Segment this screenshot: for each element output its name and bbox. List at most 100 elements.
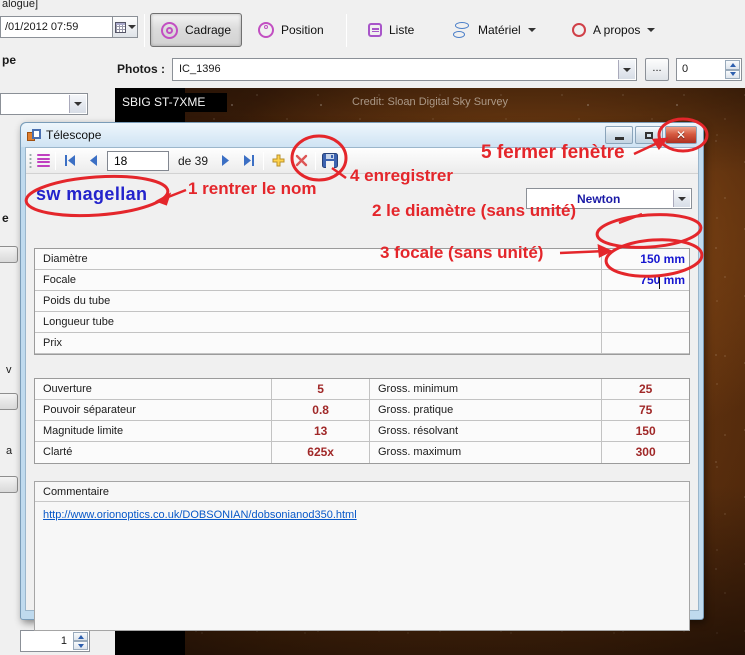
annotation-step4: 4 enregistrer	[350, 166, 453, 185]
separator	[263, 151, 265, 170]
row-label: Gross. maximum	[368, 442, 601, 463]
sidebar-button-fragment[interactable]	[0, 246, 18, 263]
separator	[315, 151, 317, 170]
first-record-button[interactable]	[61, 151, 79, 171]
window-title-fragment: alogue]	[2, 0, 39, 10]
row-label: Poids du tube	[43, 295, 111, 307]
price-field[interactable]	[601, 333, 689, 353]
position-button[interactable]: Position	[248, 13, 334, 47]
spin-up-icon[interactable]	[725, 60, 740, 70]
apropos-button[interactable]: A propos	[562, 13, 665, 47]
row-label: Prix	[43, 337, 62, 349]
sidebar-button-fragment[interactable]	[0, 476, 18, 493]
spin-down-icon[interactable]	[725, 69, 740, 79]
materiel-label: Matériel	[478, 23, 521, 37]
sidebar-label-fragment: e	[2, 211, 9, 225]
row-label: Gross. résolvant	[368, 421, 601, 441]
list-icon	[368, 23, 382, 37]
row-label: Magnitude limite	[43, 425, 124, 437]
add-record-button[interactable]	[269, 151, 287, 171]
row-label: Longueur tube	[43, 316, 114, 328]
focal-field[interactable]: 750 mm	[601, 270, 689, 290]
comment-label: Commentaire	[35, 482, 689, 502]
sidebar-button-fragment[interactable]	[0, 393, 18, 410]
previous-record-button[interactable]	[84, 151, 102, 171]
comment-link[interactable]: http://www.orionoptics.co.uk/DOBSONIAN/d…	[43, 509, 357, 521]
diameter-field[interactable]: 150 mm	[601, 249, 689, 269]
photo-counter-value: 0	[682, 63, 689, 75]
table-row: Pouvoir séparateur 0.8 Gross. pratique 7…	[35, 400, 689, 421]
tube-length-field[interactable]	[601, 312, 689, 332]
annotation-step3: 3 focale (sans unité)	[380, 243, 544, 262]
table-row: Diamètre 150 mm	[35, 249, 689, 270]
liste-label: Liste	[389, 23, 415, 37]
sidebar-label-fragment: v	[6, 364, 12, 376]
sidebar-spinner[interactable]: 1	[20, 630, 90, 652]
date-picker-button[interactable]	[112, 16, 138, 38]
chevron-down-icon[interactable]	[69, 95, 86, 113]
last-record-button[interactable]	[240, 151, 258, 171]
row-label: Ouverture	[43, 383, 92, 395]
liste-button[interactable]: Liste	[358, 13, 424, 47]
browse-photos-button[interactable]: ...	[645, 58, 669, 81]
photos-label: Photos :	[117, 62, 165, 76]
chevron-down-icon	[647, 28, 656, 32]
chevron-down-icon[interactable]	[673, 190, 690, 207]
table-row: Magnitude limite 13 Gross. résolvant 150	[35, 421, 689, 442]
clarity-value: 625x	[271, 442, 369, 463]
records-list-icon[interactable]	[37, 154, 50, 167]
position-icon	[258, 22, 274, 38]
sidebar-label-fragment: a	[6, 445, 13, 457]
spin-up-icon[interactable]	[73, 632, 88, 641]
sidebar-combo[interactable]	[0, 93, 88, 115]
toolbar-separator	[144, 14, 145, 47]
annotation-step1: 1 rentrer le nom	[188, 179, 317, 198]
photo-counter-spinner[interactable]: 0	[676, 58, 742, 81]
row-label: Pouvoir séparateur	[43, 404, 136, 416]
next-record-button[interactable]	[217, 151, 235, 171]
toolbar-grip[interactable]	[29, 152, 32, 169]
telescope-name-field[interactable]: sw magellan	[36, 184, 147, 205]
row-label: Focale	[43, 274, 77, 286]
limit-magnitude-value: 13	[271, 421, 369, 441]
close-button[interactable]: ✕	[665, 126, 697, 144]
telescope-dialog: Télescope ✕ de 39	[20, 122, 704, 631]
weight-field[interactable]	[601, 291, 689, 311]
table-row: Focale 750 mm	[35, 270, 689, 291]
record-count-label: de 39	[178, 153, 209, 168]
delete-record-button[interactable]	[292, 151, 310, 171]
spin-down-icon[interactable]	[73, 641, 88, 650]
comment-groupbox: Commentaire http://www.orionoptics.co.uk…	[34, 481, 690, 631]
separator	[55, 151, 56, 170]
table-row: Longueur tube	[35, 312, 689, 333]
aperture-value: 5	[271, 379, 369, 399]
record-number-input[interactable]	[107, 150, 169, 171]
cadrage-label: Cadrage	[185, 23, 232, 37]
maximize-button[interactable]	[635, 126, 663, 144]
position-label: Position	[281, 23, 324, 37]
apropos-label: A propos	[593, 23, 641, 37]
materiel-button[interactable]: Matériel	[443, 13, 546, 47]
row-label: Gross. pratique	[368, 400, 601, 420]
photo-select[interactable]: IC_1396	[172, 58, 637, 81]
text-cursor	[659, 275, 660, 289]
table-row: Prix	[35, 333, 689, 354]
row-label: Clarté	[43, 446, 73, 458]
form-icon	[27, 128, 41, 142]
chevron-down-icon	[127, 25, 136, 29]
sidebar-label-fragment: pe	[2, 53, 17, 67]
photo-credit: Credit: Sloan Digital Sky Survey	[352, 96, 508, 108]
date-field[interactable]: /01/2012 07:59	[0, 16, 112, 38]
chevron-down-icon[interactable]	[618, 60, 635, 79]
main-toolbar: /01/2012 07:59 Cadrage Position Liste Ma…	[0, 12, 745, 50]
annotation-step2: 2 le diamètre (sans unité)	[372, 201, 577, 220]
about-icon	[572, 23, 586, 37]
sidebar-spinner-value: 1	[60, 635, 67, 647]
framing-icon	[161, 21, 178, 39]
calendar-icon	[114, 21, 126, 33]
resolving-magnification-value: 150	[601, 421, 689, 441]
max-magnification-value: 300	[601, 442, 689, 463]
cadrage-button[interactable]: Cadrage	[150, 13, 243, 47]
dimensions-table: Diamètre 150 mm Focale 750 mm Poids du t…	[34, 248, 690, 355]
save-button[interactable]	[321, 151, 339, 171]
